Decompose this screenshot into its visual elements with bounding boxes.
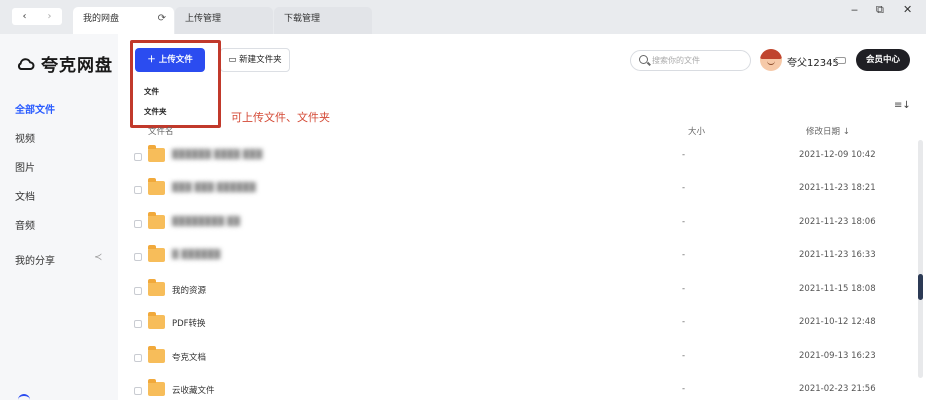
- minimize-icon[interactable]: ‒: [851, 3, 858, 17]
- sidebar-item-my-shares[interactable]: 我的分享: [15, 252, 55, 267]
- table-row[interactable]: 我的资源 - 2021-11-15 18:08: [128, 275, 918, 308]
- back-icon[interactable]: ‹: [12, 8, 37, 25]
- folder-icon: [148, 279, 165, 296]
- file-name[interactable]: ████████ ██: [172, 217, 240, 227]
- new-folder-button[interactable]: ▭ 新建文件夹: [220, 48, 290, 72]
- file-date: 2021-02-23 21:56: [799, 384, 876, 394]
- table-row[interactable]: 夸克文档 - 2021-09-13 16:23: [128, 342, 918, 375]
- file-size: -: [682, 317, 686, 327]
- file-size: -: [682, 284, 686, 294]
- table-row[interactable]: ████████ ██ - 2021-11-23 18:06: [128, 208, 918, 241]
- tab-label: 我的网盘: [83, 14, 120, 24]
- forward-icon[interactable]: ›: [37, 8, 62, 25]
- sidebar: 夸克网盘 全部文件 视频 图片 文档 音频 我的分享 ≺: [0, 34, 118, 400]
- folder-icon: [148, 212, 165, 229]
- sidebar-item-video[interactable]: 视频: [15, 130, 35, 145]
- sidebar-item-all-files[interactable]: 全部文件: [15, 101, 55, 116]
- search-input[interactable]: 搜索你的文件: [630, 50, 751, 71]
- row-checkbox[interactable]: [134, 253, 142, 261]
- folder-icon: [148, 312, 165, 329]
- reload-icon[interactable]: ⟳: [158, 7, 166, 31]
- file-name[interactable]: █ ██████: [172, 250, 220, 260]
- username[interactable]: 夸父12345: [787, 54, 839, 69]
- folder-icon: [148, 178, 165, 195]
- tab-my-drive[interactable]: 我的网盘 ⟳: [73, 7, 174, 34]
- file-size: -: [682, 183, 686, 193]
- row-checkbox[interactable]: [134, 287, 142, 295]
- tab-label: 下载管理: [284, 14, 321, 24]
- maximize-icon[interactable]: ⧉: [876, 3, 884, 17]
- cloud-icon: [17, 57, 35, 70]
- title-bar: ‹ › 我的网盘 ⟳ 上传管理 下载管理 ‒ ⧉ ✕: [0, 0, 926, 34]
- row-checkbox[interactable]: [134, 186, 142, 194]
- row-checkbox[interactable]: [134, 354, 142, 362]
- folder-icon: [148, 145, 165, 162]
- sidebar-item-images[interactable]: 图片: [15, 159, 35, 174]
- table-row[interactable]: PDF转换 - 2021-10-12 12:48: [128, 308, 918, 341]
- search-placeholder: 搜索你的文件: [652, 56, 700, 65]
- folder-icon: [148, 346, 165, 363]
- file-size: -: [682, 351, 686, 361]
- tab-upload-manager[interactable]: 上传管理: [175, 7, 273, 34]
- file-name[interactable]: 我的资源: [172, 284, 206, 296]
- tab-label: 上传管理: [185, 14, 222, 24]
- row-checkbox[interactable]: [134, 320, 142, 328]
- file-name[interactable]: ███ ███ ██████: [172, 183, 256, 193]
- folder-icon: [148, 245, 165, 262]
- table-row[interactable]: 云收藏文件 - 2021-02-23 21:56: [128, 375, 918, 408]
- close-icon[interactable]: ✕: [903, 3, 912, 17]
- logo-text: 夸克网盘: [41, 56, 113, 76]
- search-icon: [639, 55, 648, 64]
- upload-dropdown-menu: 文件 文件夹: [133, 77, 219, 125]
- file-size: -: [682, 150, 686, 160]
- folder-outline-icon: ▭: [228, 55, 237, 65]
- table-row[interactable]: ██████ ████ ███ - 2021-12-09 10:42: [128, 141, 918, 174]
- table-row[interactable]: ███ ███ ██████ - 2021-11-23 18:21: [128, 174, 918, 207]
- sidebar-item-audio[interactable]: 音频: [15, 217, 35, 232]
- share-icon: ≺: [94, 252, 103, 263]
- folder-icon: [148, 379, 165, 396]
- file-date: 2021-09-13 16:23: [799, 351, 876, 361]
- logo: 夸克网盘: [16, 51, 113, 76]
- file-name[interactable]: PDF转换: [172, 317, 206, 329]
- file-size: -: [682, 217, 686, 227]
- column-header-date[interactable]: 修改日期 ↓: [806, 125, 850, 137]
- vip-badge-icon: [835, 57, 846, 64]
- nav-buttons: ‹ ›: [12, 8, 62, 25]
- file-date: 2021-11-23 18:21: [799, 183, 876, 193]
- scrollbar-track[interactable]: [918, 140, 923, 378]
- file-date: 2021-12-09 10:42: [799, 150, 876, 160]
- member-center-button[interactable]: 会员中心: [856, 49, 910, 71]
- row-checkbox[interactable]: [134, 153, 142, 161]
- file-size: -: [682, 384, 686, 394]
- file-date: 2021-10-12 12:48: [799, 317, 876, 327]
- avatar[interactable]: [760, 49, 782, 71]
- column-header-name[interactable]: 文件名: [148, 125, 174, 137]
- row-checkbox[interactable]: [134, 220, 142, 228]
- menu-item-file[interactable]: 文件: [144, 86, 159, 97]
- file-name[interactable]: ██████ ████ ███: [172, 150, 262, 160]
- sort-icon[interactable]: ≡↓: [894, 100, 911, 111]
- annotation-text: 可上传文件、文件夹: [231, 111, 330, 124]
- menu-item-folder[interactable]: 文件夹: [144, 106, 167, 117]
- file-size: -: [682, 250, 686, 260]
- upload-button[interactable]: ＋ 上传文件: [135, 48, 205, 72]
- file-date: 2021-11-15 18:08: [799, 284, 876, 294]
- sidebar-bottom-icon[interactable]: [18, 394, 30, 400]
- file-name[interactable]: 夸克文档: [172, 351, 206, 363]
- file-name[interactable]: 云收藏文件: [172, 384, 215, 396]
- sidebar-item-documents[interactable]: 文档: [15, 188, 35, 203]
- row-checkbox[interactable]: [134, 387, 142, 395]
- column-header-size[interactable]: 大小: [688, 125, 705, 137]
- file-date: 2021-11-23 18:06: [799, 217, 876, 227]
- file-date: 2021-11-23 16:33: [799, 250, 876, 260]
- new-folder-label: 新建文件夹: [239, 55, 282, 65]
- scrollbar-thumb[interactable]: [918, 274, 923, 300]
- tab-download-manager[interactable]: 下载管理: [274, 7, 372, 34]
- table-row[interactable]: █ ██████ - 2021-11-23 16:33: [128, 241, 918, 274]
